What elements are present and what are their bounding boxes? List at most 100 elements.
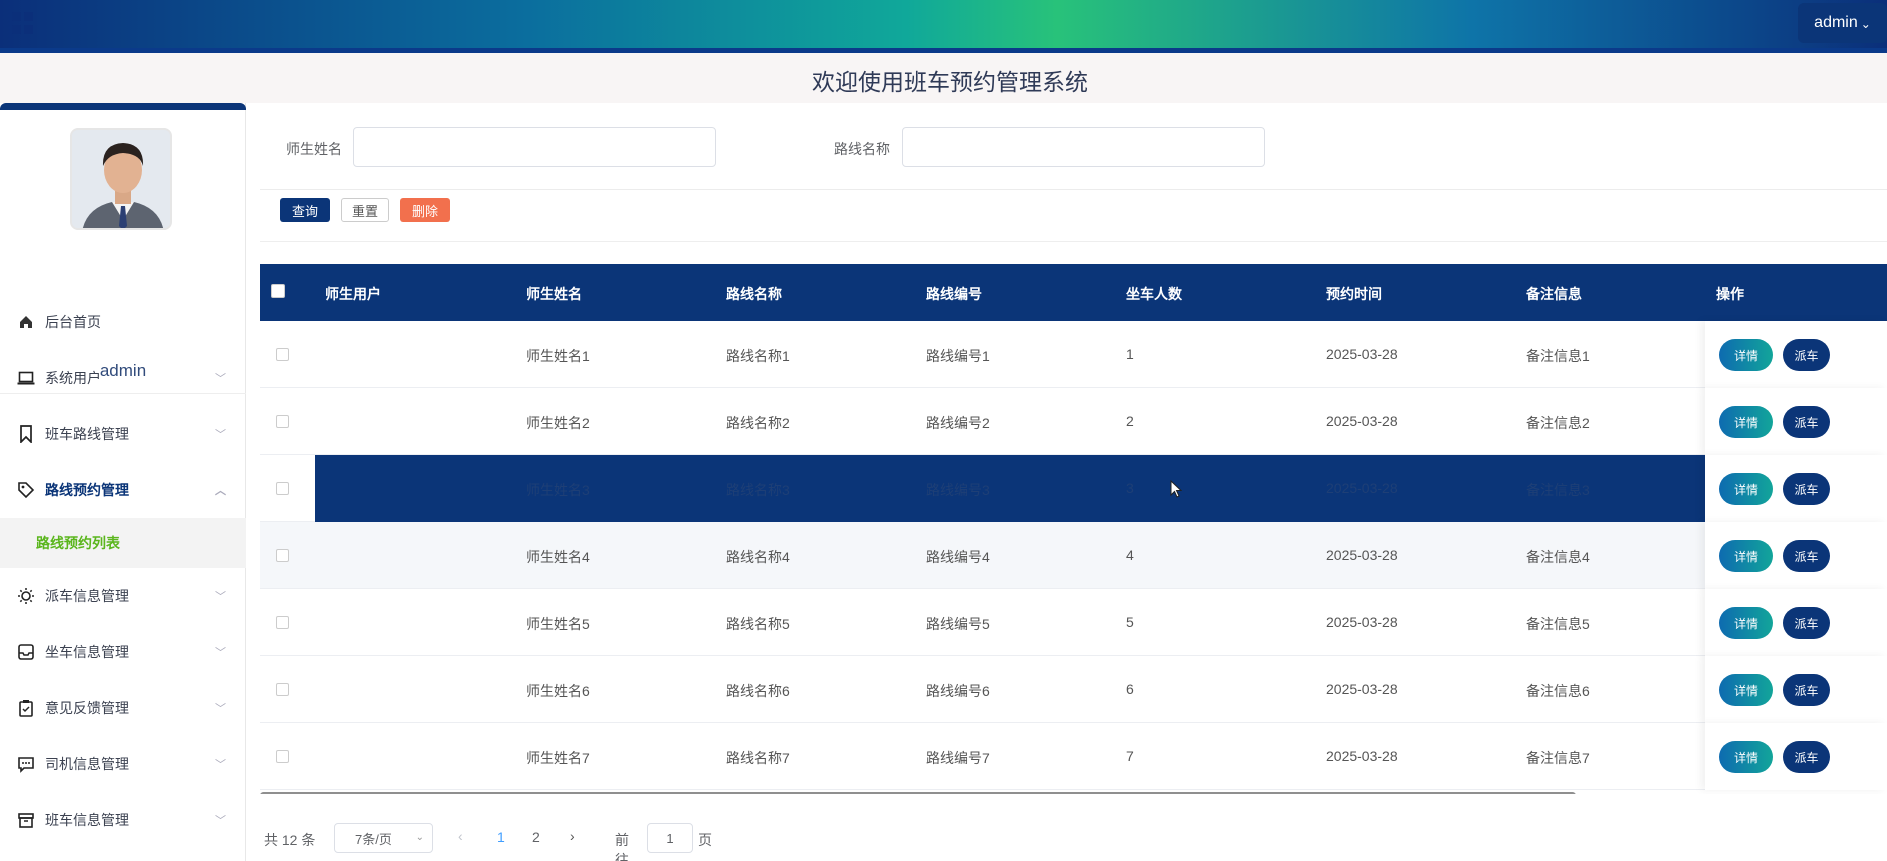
column-header[interactable]: 预约时间 — [1326, 284, 1382, 304]
row-checkbox[interactable] — [276, 348, 289, 361]
detail-button[interactable]: 详情 — [1719, 339, 1773, 371]
dispatch-button[interactable]: 派车 — [1783, 473, 1830, 505]
route-name-label: 路线名称 — [834, 141, 890, 157]
sidebar-item-home[interactable]: 后台首页 — [0, 297, 246, 347]
sidebar-item-driver-info[interactable]: 司机信息管理 ﹀ — [0, 739, 246, 789]
chevron-down-icon: ﹀ — [215, 591, 226, 603]
dispatch-button[interactable]: 派车 — [1783, 741, 1830, 773]
sidebar-item-label: 班车路线管理 — [45, 426, 129, 442]
table-row[interactable]: 师生姓名7 路线名称7 路线编号7 7 2025-03-28 备注信息7 详情 … — [260, 723, 1887, 790]
sidebar-item-ride-info[interactable]: 坐车信息管理 ﹀ — [0, 627, 246, 677]
dispatch-button[interactable]: 派车 — [1783, 674, 1830, 706]
cell-name: 师生姓名1 — [526, 348, 590, 364]
cell-name: 师生姓名2 — [526, 415, 590, 431]
cell-count: 2 — [1126, 413, 1134, 429]
horizontal-scrollbar[interactable] — [260, 792, 1576, 794]
sidebar-item-label: 意见反馈管理 — [45, 700, 129, 716]
dispatch-button[interactable]: 派车 — [1783, 540, 1830, 572]
table-row[interactable]: 师生姓名1 路线名称1 路线编号1 1 2025-03-28 备注信息1 详情 … — [260, 321, 1887, 388]
prev-page-icon[interactable]: ‹ — [458, 828, 463, 844]
goto-page-input[interactable] — [647, 823, 693, 853]
route-name-input[interactable] — [902, 127, 1265, 167]
dispatch-button[interactable]: 派车 — [1783, 406, 1830, 438]
row-actions: 详情 派车 — [1705, 656, 1887, 723]
table-row[interactable]: 师生姓名6 路线名称6 路线编号6 6 2025-03-28 备注信息6 详情 … — [260, 656, 1887, 723]
cell-note: 备注信息7 — [1526, 750, 1590, 766]
sidebar-item-label: 后台首页 — [45, 314, 101, 330]
table-row-hovered[interactable]: 师生姓名3 路线名称3 路线编号3 3 2025-03-28 备注信息3 详情 … — [260, 455, 1887, 522]
top-bar: admin ⌄ — [0, 0, 1887, 53]
table-row[interactable]: 师生姓名4 路线名称4 路线编号4 4 2025-03-28 备注信息4 详情 … — [260, 522, 1887, 589]
cell-count: 4 — [1126, 547, 1134, 563]
archive-icon — [17, 811, 35, 829]
cell-time: 2025-03-28 — [1326, 413, 1398, 429]
detail-button[interactable]: 详情 — [1719, 741, 1773, 773]
sidebar-item-route-management[interactable]: 班车路线管理 ﹀ — [0, 409, 246, 459]
sidebar-top-bar — [0, 103, 246, 110]
sidebar-item-system-users[interactable]: 系统用户 ﹀ — [0, 353, 246, 403]
cell-code: 路线编号1 — [926, 348, 990, 364]
page-size-select[interactable]: 7条/页 ⌄ — [334, 823, 433, 853]
page-size-value: 7条/页 — [355, 831, 392, 847]
detail-button[interactable]: 详情 — [1719, 540, 1773, 572]
sidebar-item-route-booking[interactable]: 路线预约管理 ︿ — [0, 465, 246, 515]
column-header[interactable]: 坐车人数 — [1126, 284, 1182, 304]
cell-route: 路线名称3 — [726, 482, 790, 498]
table-row[interactable]: 师生姓名2 路线名称2 路线编号2 2 2025-03-28 备注信息2 详情 … — [260, 388, 1887, 455]
total-count: 共 12 条 — [264, 832, 316, 848]
cell-time: 2025-03-28 — [1326, 748, 1398, 764]
cell-code: 路线编号2 — [926, 415, 990, 431]
cell-count: 1 — [1126, 346, 1134, 362]
chevron-up-icon: ︿ — [215, 485, 226, 497]
reset-button[interactable]: 重置 — [341, 198, 389, 222]
row-checkbox[interactable] — [276, 750, 289, 763]
sidebar-item-label: 路线预约管理 — [45, 482, 129, 498]
detail-button[interactable]: 详情 — [1719, 473, 1773, 505]
detail-button[interactable]: 详情 — [1719, 406, 1773, 438]
page-title: 欢迎使用班车预约管理系统 — [812, 69, 1088, 95]
cell-code: 路线编号3 — [926, 482, 990, 498]
column-header[interactable]: 路线名称 — [726, 284, 782, 304]
sidebar-item-feedback[interactable]: 意见反馈管理 ﹀ — [0, 683, 246, 733]
sun-icon — [17, 587, 35, 605]
sidebar-subitem-booking-list[interactable]: 路线预约列表 — [0, 518, 246, 568]
teacher-name-input[interactable] — [353, 127, 716, 167]
chevron-down-icon: ﹀ — [215, 759, 226, 771]
row-checkbox[interactable] — [276, 683, 289, 696]
cell-time: 2025-03-28 — [1326, 547, 1398, 563]
query-button[interactable]: 查询 — [280, 198, 330, 222]
page-number-current[interactable]: 1 — [497, 829, 505, 845]
cell-time: 2025-03-28 — [1326, 346, 1398, 362]
row-checkbox[interactable] — [276, 415, 289, 428]
next-page-icon[interactable]: › — [570, 828, 575, 844]
cell-note: 备注信息6 — [1526, 683, 1590, 699]
row-checkbox[interactable] — [276, 549, 289, 562]
detail-button[interactable]: 详情 — [1719, 674, 1773, 706]
user-menu-button[interactable]: admin ⌄ — [1798, 3, 1887, 43]
row-actions: 详情 派车 — [1705, 522, 1887, 589]
dispatch-button[interactable]: 派车 — [1783, 607, 1830, 639]
page-number[interactable]: 2 — [532, 829, 540, 845]
sidebar-item-bus-info[interactable]: 班车信息管理 ﹀ — [0, 795, 246, 845]
row-checkbox[interactable] — [276, 616, 289, 629]
cell-note: 备注信息5 — [1526, 616, 1590, 632]
table-row[interactable]: 师生姓名5 路线名称5 路线编号5 5 2025-03-28 备注信息5 详情 … — [260, 589, 1887, 656]
dispatch-button[interactable]: 派车 — [1783, 339, 1830, 371]
column-header[interactable]: 师生用户 — [325, 284, 381, 304]
clipboard-icon — [17, 699, 35, 717]
row-actions: 详情 派车 — [1705, 723, 1887, 790]
chevron-down-icon: ﹀ — [215, 703, 226, 715]
cell-route: 路线名称1 — [726, 348, 790, 364]
column-header[interactable]: 路线编号 — [926, 284, 982, 304]
column-header[interactable]: 师生姓名 — [526, 284, 582, 304]
apps-grid-icon[interactable] — [12, 12, 34, 34]
select-all-checkbox[interactable] — [271, 284, 285, 298]
row-checkbox[interactable] — [276, 482, 289, 495]
tag-icon — [17, 481, 35, 499]
detail-button[interactable]: 详情 — [1719, 607, 1773, 639]
sidebar-item-dispatch[interactable]: 派车信息管理 ﹀ — [0, 571, 246, 621]
cell-name: 师生姓名4 — [526, 549, 590, 565]
delete-button[interactable]: 删除 — [400, 198, 450, 222]
column-header[interactable]: 备注信息 — [1526, 284, 1582, 304]
search-divider — [260, 189, 1887, 190]
